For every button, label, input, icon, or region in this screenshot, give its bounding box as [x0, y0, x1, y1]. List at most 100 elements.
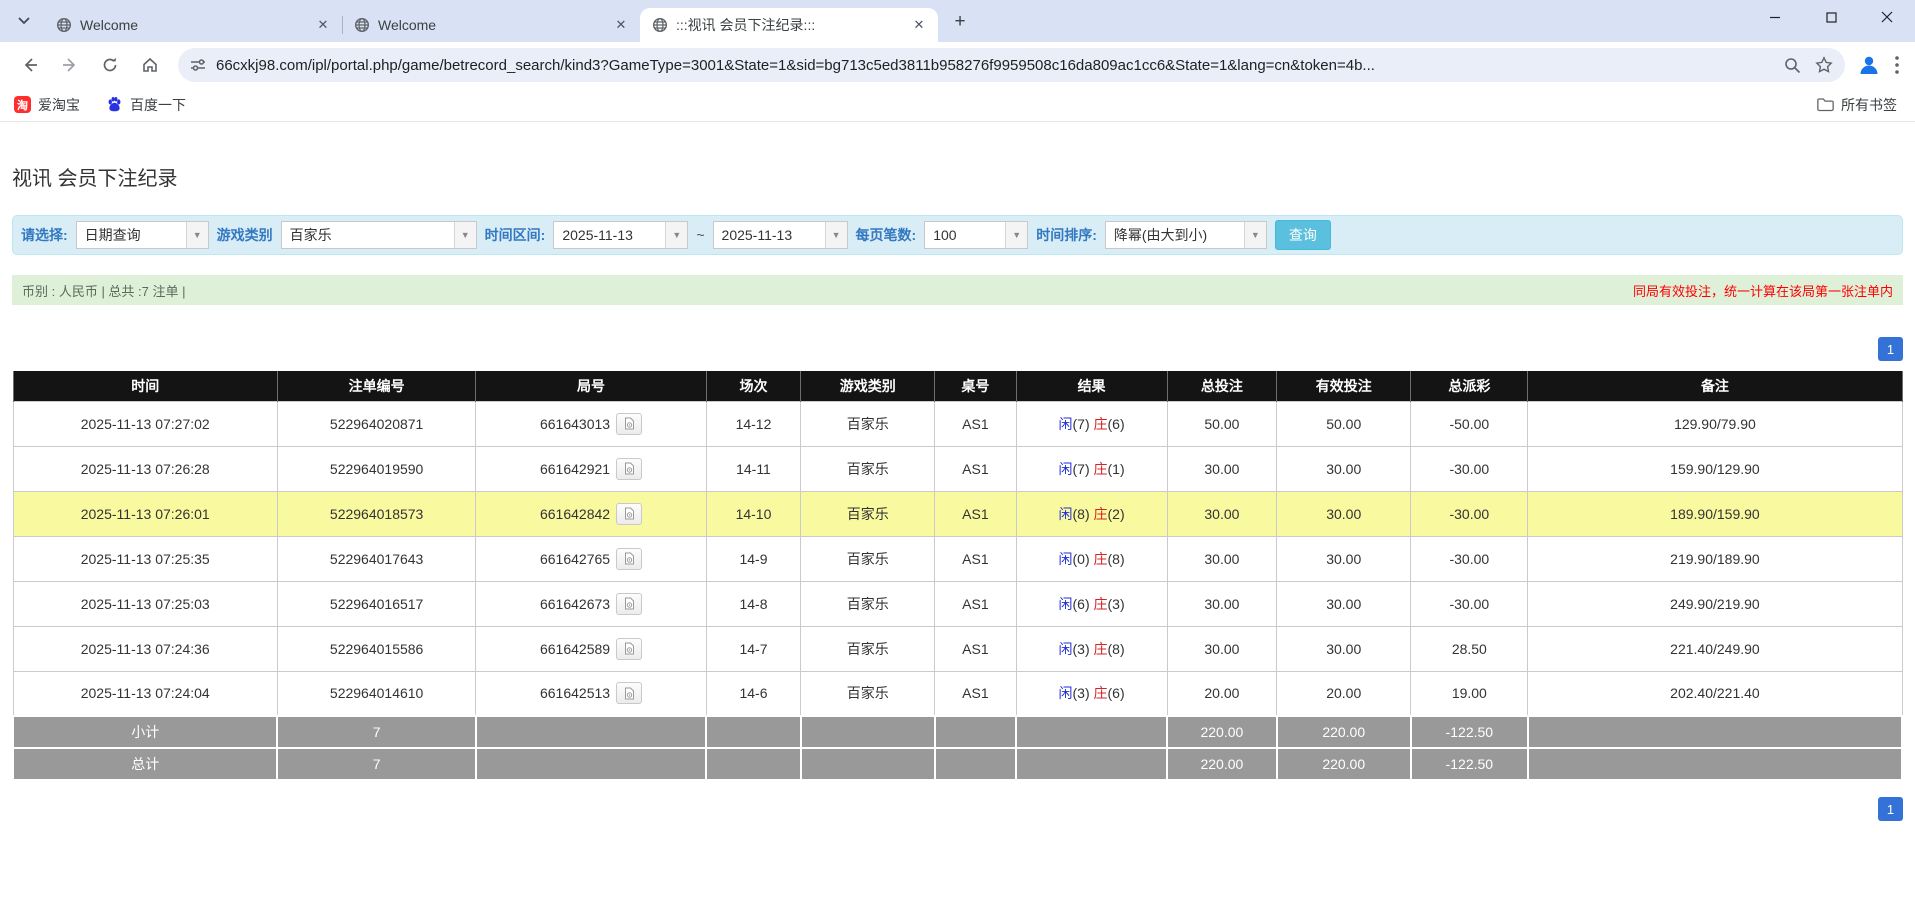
folder-icon [1817, 97, 1834, 112]
table-row: 2025-11-13 07:24:36522964015586661642589… [13, 626, 1902, 671]
page-1-button[interactable]: 1 [1878, 337, 1903, 361]
bookmark-baidu[interactable]: 百度一下 [106, 95, 186, 115]
taobao-icon: 淘 [14, 96, 31, 113]
tab-welcome-2[interactable]: Welcome ✕ [342, 8, 640, 42]
cell-time: 2025-11-13 07:24:04 [13, 671, 277, 716]
per-page-select[interactable]: 100 ▼ [924, 221, 1028, 249]
round-number: 661642513 [540, 685, 610, 701]
zoom-icon[interactable] [1784, 57, 1801, 74]
query-type-select[interactable]: 日期查询 ▼ [76, 221, 209, 249]
sort-select[interactable]: 降幂(由大到小) ▼ [1105, 221, 1267, 249]
tab-bet-records[interactable]: :::视讯 会员下注纪录::: ✕ [640, 8, 938, 42]
url-text[interactable]: 66cxkj98.com/ipl/portal.php/game/betreco… [216, 57, 1774, 74]
cell-round-no: 661642765 [476, 536, 706, 581]
cell-round-no: 661642513 [476, 671, 706, 716]
video-replay-icon [623, 687, 636, 700]
bookmark-aitaobao[interactable]: 淘 爱淘宝 [14, 95, 80, 115]
cell-payout: -30.00 [1411, 446, 1528, 491]
video-replay-icon [623, 597, 636, 610]
total-total-bet: 220.00 [1167, 748, 1277, 780]
subtotal-payout: -122.50 [1411, 716, 1528, 748]
result-player: 闲 [1059, 461, 1073, 477]
cell-payout: -30.00 [1411, 491, 1528, 536]
all-bookmarks-label: 所有书签 [1841, 95, 1897, 115]
forward-button[interactable] [53, 48, 87, 82]
result-player-score: (7) [1073, 416, 1090, 432]
game-type-select[interactable]: 百家乐 ▼ [281, 221, 477, 249]
cell-session: 14-12 [706, 401, 800, 446]
profile-avatar[interactable] [1857, 53, 1881, 77]
all-bookmarks-button[interactable]: 所有书签 [1817, 95, 1897, 115]
cell-game-type: 百家乐 [801, 401, 935, 446]
chevron-down-icon[interactable]: ▼ [454, 222, 476, 248]
query-button[interactable]: 查询 [1275, 220, 1331, 250]
video-replay-button[interactable] [616, 413, 642, 435]
cell-round-no: 661642673 [476, 581, 706, 626]
address-bar[interactable]: 66cxkj98.com/ipl/portal.php/game/betreco… [178, 48, 1845, 82]
chevron-down-icon[interactable]: ▼ [186, 222, 208, 248]
window-maximize-button[interactable] [1803, 0, 1859, 34]
cell-result: 闲(8) 庄(2) [1016, 491, 1167, 536]
video-replay-button[interactable] [616, 682, 642, 704]
back-button[interactable] [13, 48, 47, 82]
video-replay-button[interactable] [616, 593, 642, 615]
cell-result: 闲(7) 庄(6) [1016, 401, 1167, 446]
toolbar-right [1857, 53, 1899, 77]
cell-session: 14-8 [706, 581, 800, 626]
baidu-paw-icon [106, 96, 123, 113]
result-banker: 庄 [1094, 506, 1108, 522]
site-info-icon[interactable] [190, 57, 206, 73]
page-1-button[interactable]: 1 [1878, 797, 1903, 821]
round-number: 661642673 [540, 596, 610, 612]
subtotal-total-bet: 220.00 [1167, 716, 1277, 748]
video-replay-button[interactable] [616, 548, 642, 570]
video-replay-button[interactable] [616, 638, 642, 660]
filter-select-label: 请选择: [21, 225, 68, 245]
date-to-select[interactable]: 2025-11-13 ▼ [713, 221, 848, 249]
tab-label: Welcome [80, 17, 308, 33]
chevron-down-icon[interactable]: ▼ [825, 222, 847, 248]
cell-total-bet: 50.00 [1167, 401, 1277, 446]
tab-close-icon[interactable]: ✕ [612, 16, 630, 34]
cell-total-bet: 20.00 [1167, 671, 1277, 716]
video-replay-button[interactable] [616, 458, 642, 480]
browser-tabstrip: Welcome ✕ Welcome ✕ :::视讯 会员下注纪录::: ✕ + [0, 0, 1915, 42]
video-replay-icon [623, 507, 636, 520]
window-close-button[interactable] [1859, 0, 1915, 34]
chevron-down-icon[interactable]: ▼ [1244, 222, 1266, 248]
total-label: 总计 [13, 748, 277, 780]
bookmark-star-icon[interactable] [1815, 56, 1833, 74]
video-replay-button[interactable] [616, 503, 642, 525]
table-row: 2025-11-13 07:26:28522964019590661642921… [13, 446, 1902, 491]
window-minimize-button[interactable] [1747, 0, 1803, 34]
tab-search-button[interactable] [10, 7, 38, 35]
cell-payout: 28.50 [1411, 626, 1528, 671]
result-banker-score: (1) [1108, 461, 1125, 477]
tab-close-icon[interactable]: ✕ [910, 16, 928, 34]
back-arrow-icon [21, 56, 39, 74]
header-round-no: 局号 [476, 371, 706, 401]
tab-close-icon[interactable]: ✕ [314, 16, 332, 34]
reload-button[interactable] [93, 48, 127, 82]
date-from-select[interactable]: 2025-11-13 ▼ [553, 221, 688, 249]
cell-note: 249.90/219.90 [1528, 581, 1902, 626]
menu-kebab-icon[interactable] [1895, 56, 1899, 74]
result-player-score: (7) [1073, 461, 1090, 477]
cell-time: 2025-11-13 07:24:36 [13, 626, 277, 671]
new-tab-button[interactable]: + [946, 8, 974, 36]
cell-table-no: AS1 [935, 626, 1016, 671]
cell-total-bet: 30.00 [1167, 536, 1277, 581]
chevron-down-icon[interactable]: ▼ [1005, 222, 1027, 248]
header-result: 结果 [1016, 371, 1167, 401]
home-button[interactable] [133, 48, 167, 82]
header-time: 时间 [13, 371, 277, 401]
cell-table-no: AS1 [935, 446, 1016, 491]
cell-session: 14-6 [706, 671, 800, 716]
tab-welcome-1[interactable]: Welcome ✕ [44, 8, 342, 42]
chevron-down-icon[interactable]: ▼ [665, 222, 687, 248]
bet-table-body: 2025-11-13 07:27:02522964020871661643013… [13, 401, 1902, 716]
bet-records-table: 时间 注单编号 局号 场次 游戏类别 桌号 结果 总投注 有效投注 总派彩 备注… [12, 371, 1903, 781]
filter-bar: 请选择: 日期查询 ▼ 游戏类别 百家乐 ▼ 时间区间: 2025-11-13 … [12, 215, 1903, 255]
bookmarks-bar: 淘 爱淘宝 百度一下 所有书签 [0, 88, 1915, 122]
cell-total-bet: 30.00 [1167, 491, 1277, 536]
